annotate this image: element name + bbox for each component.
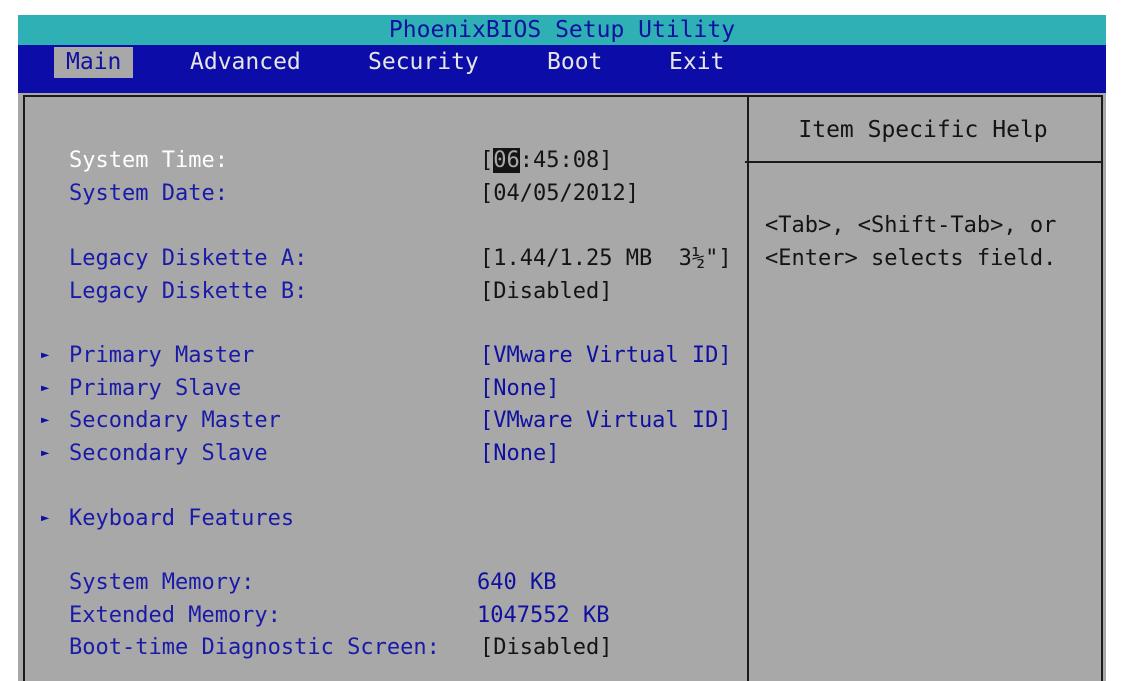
system-memory-label: System Memory: [69, 570, 255, 595]
legacy-diskette-a-row[interactable]: Legacy Diskette A: [1.44/1.25 MB 3½"] [25, 242, 747, 275]
primary-master-value: [VMware Virtual ID] [480, 343, 732, 368]
primary-slave-row[interactable]: ► Primary Slave [None] [25, 372, 747, 405]
boot-diagnostic-label[interactable]: Boot-time Diagnostic Screen: [69, 631, 440, 664]
secondary-master-row[interactable]: ► Secondary Master [VMware Virtual ID] [25, 404, 747, 437]
help-panel: Item Specific Help <Tab>, <Shift-Tab>, o… [745, 95, 1103, 681]
help-text: <Tab>, <Shift-Tab>, or <Enter> selects f… [765, 213, 1057, 271]
boot-diagnostic-row[interactable]: Boot-time Diagnostic Screen: [Disabled] [25, 631, 747, 664]
submenu-arrow-icon: ► [41, 445, 50, 461]
tab-security[interactable]: Security [356, 47, 491, 78]
legacy-diskette-a-label[interactable]: Legacy Diskette A: [69, 242, 307, 275]
secondary-slave-label[interactable]: Secondary Slave [69, 437, 268, 470]
submenu-arrow-icon: ► [41, 380, 50, 396]
system-date-row[interactable]: System Date: [04/05/2012] [25, 177, 747, 210]
tab-advanced[interactable]: Advanced [178, 47, 313, 78]
secondary-master-label[interactable]: Secondary Master [69, 404, 281, 437]
legacy-diskette-a-value[interactable]: [1.44/1.25 MB 3½"] [480, 242, 732, 275]
extended-memory-label: Extended Memory: [69, 603, 281, 628]
legacy-diskette-b-value[interactable]: [Disabled] [480, 275, 612, 308]
secondary-master-value: [VMware Virtual ID] [480, 408, 732, 433]
system-time-label[interactable]: System Time: [69, 144, 228, 177]
menu-bar: Main Advanced Security Boot Exit [18, 45, 1106, 93]
primary-slave-value: [None] [480, 376, 560, 401]
submenu-arrow-icon: ► [41, 510, 50, 526]
primary-slave-label[interactable]: Primary Slave [69, 372, 241, 405]
secondary-slave-value: [None] [480, 441, 560, 466]
system-date-label[interactable]: System Date: [69, 177, 228, 210]
system-memory-value: 640 KB [477, 570, 557, 595]
system-date-value[interactable]: [04/05/2012] [480, 177, 639, 210]
boot-diagnostic-value[interactable]: [Disabled] [480, 631, 612, 664]
extended-memory-value: 1047552 KB [477, 603, 610, 628]
tab-main[interactable]: Main [54, 47, 134, 78]
legacy-diskette-b-label[interactable]: Legacy Diskette B: [69, 275, 307, 308]
system-memory-row: System Memory: 640 KB [25, 566, 747, 599]
system-time-hour-field[interactable]: 06 [493, 148, 520, 173]
submenu-arrow-icon: ► [41, 412, 50, 428]
settings-panel: System Time: [06:45:08] System Date: [04… [23, 95, 749, 681]
primary-master-row[interactable]: ► Primary Master [VMware Virtual ID] [25, 339, 747, 372]
primary-master-label[interactable]: Primary Master [69, 339, 254, 372]
title-bar: PhoenixBIOS Setup Utility [18, 15, 1106, 45]
help-title: Item Specific Help [745, 97, 1101, 163]
tab-exit[interactable]: Exit [657, 47, 736, 78]
keyboard-features-label[interactable]: Keyboard Features [69, 502, 294, 535]
keyboard-features-row[interactable]: ► Keyboard Features [25, 502, 747, 535]
submenu-arrow-icon: ► [41, 347, 50, 363]
extended-memory-row: Extended Memory: 1047552 KB [25, 599, 747, 632]
bios-screen: PhoenixBIOS Setup Utility Main Advanced … [18, 15, 1106, 681]
legacy-diskette-b-row[interactable]: Legacy Diskette B: [Disabled] [25, 275, 747, 308]
tab-boot[interactable]: Boot [535, 47, 614, 78]
system-time-value[interactable]: [06:45:08] [480, 144, 612, 177]
system-time-row[interactable]: System Time: [06:45:08] [25, 144, 747, 177]
secondary-slave-row[interactable]: ► Secondary Slave [None] [25, 437, 747, 470]
